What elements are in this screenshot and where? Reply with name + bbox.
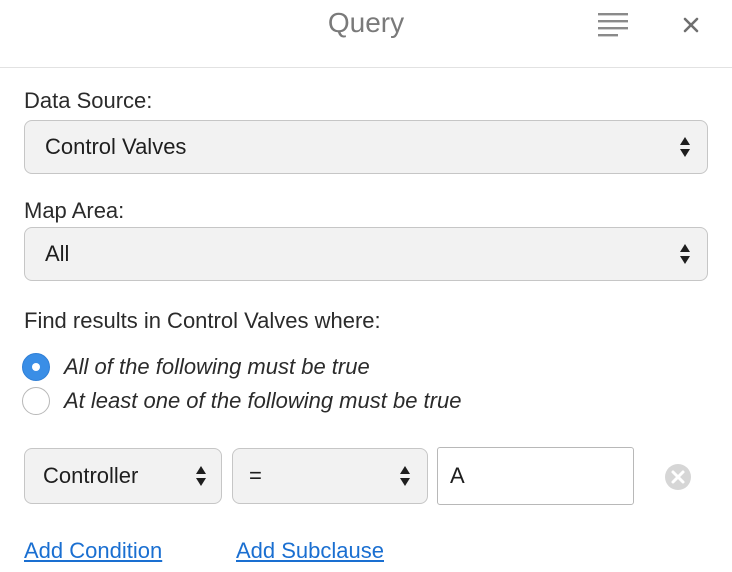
close-icon[interactable] [676, 8, 708, 40]
condition-field-select[interactable]: Controller [24, 448, 222, 504]
up-down-arrows-icon [196, 466, 206, 486]
find-results-text: Find results in Control Valves where: [24, 308, 381, 333]
query-panel: Query Data Source: Control Valves Map Ar… [0, 0, 732, 572]
condition-operator-value: = [249, 463, 262, 488]
condition-field-value: Controller [43, 463, 139, 488]
radio-all-true-label: All of the following must be true [64, 354, 370, 379]
radio-selected-indicator[interactable] [22, 353, 50, 381]
map-area-label: Map Area: [24, 198, 125, 223]
data-source-select[interactable]: Control Valves [24, 120, 708, 174]
up-down-arrows-icon [400, 466, 410, 486]
add-subclause-link[interactable]: Add Subclause [236, 538, 384, 564]
condition-value-input[interactable]: A [437, 447, 634, 505]
up-down-arrows-icon [680, 244, 690, 264]
data-source-value: Control Valves [45, 134, 187, 159]
up-down-arrows-icon [680, 137, 690, 157]
add-condition-link[interactable]: Add Condition [24, 538, 162, 564]
map-area-select[interactable]: All [24, 227, 708, 281]
radio-all-true[interactable]: All of the following must be true [22, 352, 370, 382]
radio-any-true-label: At least one of the following must be tr… [64, 388, 462, 413]
map-area-value: All [45, 241, 70, 266]
radio-any-true[interactable]: At least one of the following must be tr… [22, 386, 461, 416]
remove-circle-icon[interactable] [663, 462, 693, 492]
data-source-label: Data Source: [24, 88, 153, 113]
condition-operator-select[interactable]: = [232, 448, 428, 504]
list-lines-icon[interactable] [595, 10, 631, 38]
panel-header: Query [0, 0, 732, 68]
radio-unselected-indicator[interactable] [22, 387, 50, 415]
